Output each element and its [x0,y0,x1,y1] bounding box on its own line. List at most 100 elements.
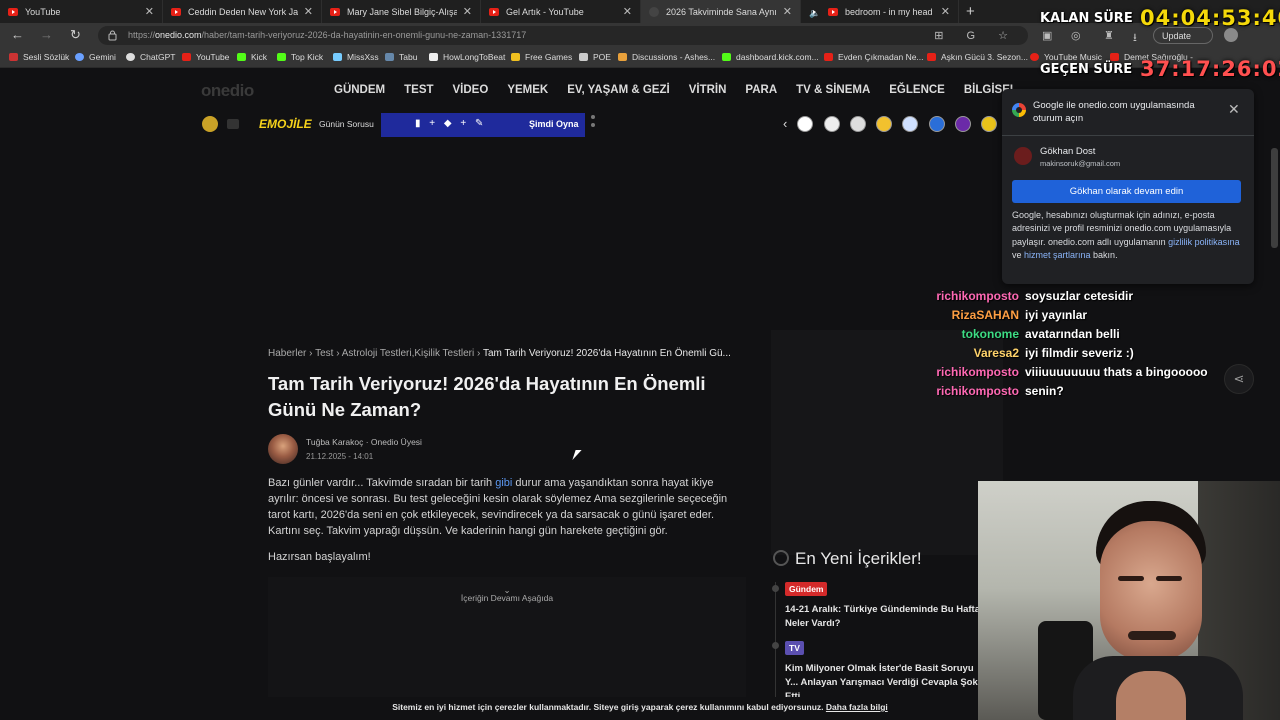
nav-item-para[interactable]: PARA [745,84,777,96]
category-icon[interactable] [955,116,971,132]
webcam-feed [978,481,1280,720]
divider [1002,135,1254,136]
bookmark-item[interactable]: POE [579,52,611,62]
browser-tab[interactable]: Gel Artık - YouTube ✕ [481,0,641,23]
author-name[interactable]: Tuğba Karakoç [306,437,363,447]
category-icon[interactable] [876,116,892,132]
nav-item-tv-sinema[interactable]: TV & SİNEMA [796,84,870,96]
new-tab-button[interactable]: + [966,3,975,20]
privacy-policy-link[interactable]: gizlilik politikasına [1168,237,1240,247]
forward-icon[interactable]: → [40,28,53,42]
cookie-more-link[interactable]: Daha fazla bilgi [826,702,888,712]
continue-below-label[interactable]: İçeriğin Devamı Aşağıda ⌄ [268,585,746,603]
bookmark-item[interactable]: Discussions - Ashes... [618,52,715,62]
gunun-sorusu-link[interactable]: Günün Sorusu [319,119,374,129]
tab-title: Ceddin Deden New York Jazz - Yo [188,6,298,17]
close-icon[interactable]: ✕ [1228,101,1240,118]
bookmark-item[interactable]: Gemini [75,52,116,62]
back-icon[interactable]: ← [11,28,24,42]
site-info-icon[interactable] [108,30,117,41]
bookmark-item[interactable]: HowLongToBeat [429,52,505,62]
nav-item-ev-yasam-gezi[interactable]: EV, YAŞAM & GEZİ [567,84,669,96]
category-badge[interactable]: Gündem [785,582,828,596]
bookmark-item[interactable]: ChatGPT [126,52,175,62]
extension-icon[interactable]: ♜ [1104,29,1114,42]
browser-tab-active[interactable]: 2026 Takviminde Sana Aynılmış Bi ✕ [641,0,801,23]
bookmark-star-icon[interactable]: ⊞ G ☆ [934,29,1018,42]
close-tab-icon[interactable]: ✕ [941,5,950,18]
close-tab-icon[interactable]: ✕ [145,5,154,18]
timeline-dot [772,585,779,592]
bookmark-item[interactable]: YouTube Music [1030,52,1102,62]
bookmark-item[interactable]: YouTube [182,52,229,62]
close-tab-icon[interactable]: ✕ [623,5,632,18]
youtube-icon [330,7,340,16]
nav-item-test[interactable]: TEST [404,84,433,96]
elapsed-time-label: GEÇEN SÜRE [1040,62,1133,77]
breadcrumb-item[interactable]: Astroloji Testleri,Kişilik Testleri [342,348,474,359]
bookmark-item[interactable]: MissXss [333,52,379,62]
account-name[interactable]: Gökhan Dost [1040,146,1095,157]
game-icon[interactable] [227,119,239,129]
inline-link[interactable]: gibi [495,477,512,489]
bookmark-item[interactable]: Evden Çıkmadan Ne... [824,52,924,62]
page-scrollbar[interactable] [1271,148,1278,248]
chat-text: viiiuuuuuuuu thats a bingooooo [1025,365,1208,379]
article-title: Tam Tarih Veriyoruz! 2026'da Hayatının E… [268,373,706,420]
nav-item-gundem[interactable]: GÜNDEM [334,84,385,96]
nav-item-yemek[interactable]: YEMEK [507,84,548,96]
category-badge[interactable]: TV [785,641,804,655]
nav-item-video[interactable]: VİDEO [453,84,489,96]
download-icon[interactable]: ⭳ [1133,29,1137,48]
news-item[interactable]: 14-21 Aralık: Türkiye Gündeminde Bu Haft… [785,603,985,631]
emojile-logo[interactable]: EMOJİLE [259,117,312,131]
chat-username: Varesa2 [973,346,1019,360]
terms-link[interactable]: hizmet şartlarına [1024,250,1091,260]
bookmark-item[interactable]: Top Kick [277,52,323,62]
game-banner[interactable]: ▮ + ◆ + ✎ Şimdi Oyna [381,113,585,137]
author-avatar[interactable] [268,434,298,464]
site-logo[interactable]: onedio [201,81,254,101]
category-icon[interactable] [824,116,840,132]
close-tab-icon[interactable]: ✕ [463,5,472,18]
extension-icon[interactable]: ◎ [1071,29,1081,42]
browser-tab[interactable]: Ceddin Deden New York Jazz - Yo ✕ [163,0,322,23]
chat-username: richikomposto [936,365,1019,379]
category-icon[interactable] [981,116,997,132]
tab-title: Mary Jane Sibel Bilgiç-Alışamadın [347,6,457,17]
bookmark-item[interactable]: Tabu [385,52,417,62]
article-intro: Bazı günler vardır... Takvimde sıradan b… [268,477,728,537]
browser-tab[interactable]: 🔈 bedroom - in my head - You ✕ [801,0,959,23]
nav-item-vitrin[interactable]: VİTRİN [689,84,727,96]
address-bar[interactable]: https://onedio.com/haber/tam-tarih-veriy… [98,26,1028,45]
extension-icon[interactable]: ▣ [1042,29,1052,42]
chat-username: RizaSAHAN [951,308,1019,322]
category-icon[interactable] [902,116,918,132]
popup-title: Google ile onedio.com uygulamasında otur… [1033,100,1195,124]
bookmark-item[interactable]: Sesli Sözlük [9,52,69,62]
browser-tab[interactable]: YouTube ✕ [0,0,163,23]
category-icon[interactable] [797,116,813,132]
reload-icon[interactable]: ↻ [70,28,81,42]
breadcrumb-item[interactable]: Test [315,348,333,359]
browser-tab[interactable]: Mary Jane Sibel Bilgiç-Alışamadın ✕ [322,0,481,23]
bookmark-item[interactable]: Kick [237,52,267,62]
share-button[interactable]: ⋖ [1224,364,1254,394]
bookmark-item[interactable]: dashboard.kick.com... [722,52,819,62]
chat-text: soysuzlar cetesidir [1025,289,1134,303]
close-tab-icon[interactable]: ✕ [304,5,313,18]
breadcrumb-item[interactable]: Haberler [268,348,306,359]
close-tab-icon[interactable]: ✕ [783,5,792,18]
game-icon[interactable] [202,116,218,132]
profile-avatar[interactable] [1224,28,1238,42]
bookmark-item[interactable]: Free Games [511,52,572,62]
category-icon[interactable] [850,116,866,132]
play-now-button[interactable]: Şimdi Oyna [529,119,579,129]
account-avatar[interactable] [1014,147,1032,165]
category-icon[interactable] [929,116,945,132]
bookmark-item[interactable]: Aşkın Gücü 3. Sezon... [927,52,1028,62]
continue-as-button[interactable]: Gökhan olarak devam edin [1012,180,1241,203]
chevron-left-icon[interactable]: ‹ [783,116,787,131]
carousel-dots[interactable] [591,115,595,131]
nav-item-eglence[interactable]: EĞLENCE [889,84,945,96]
